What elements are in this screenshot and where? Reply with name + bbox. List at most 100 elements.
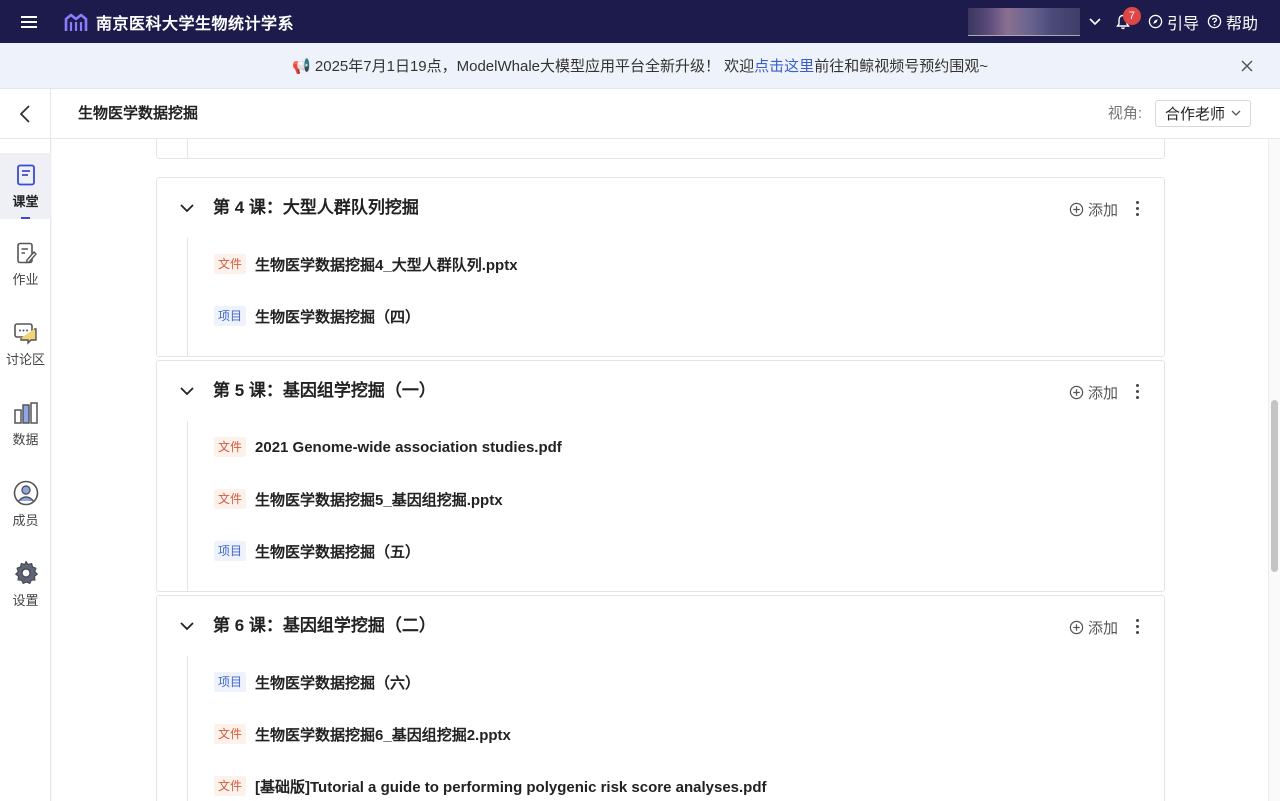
file-tag: 文件 <box>214 437 247 457</box>
announcement-link[interactable]: 点击这里 <box>754 55 814 76</box>
lesson-list: 第 4 课：大型人群队列挖掘 添加 文件 生物医学数据挖掘4_大型人群队列.pp… <box>52 139 1268 801</box>
org-name[interactable]: 南京医科大学生物统计学系 <box>96 10 294 34</box>
sidebar-item-label: 数据 <box>12 431 39 447</box>
list-item[interactable]: 文件 生物医学数据挖掘6_基因组挖掘2.pptx <box>188 708 1164 760</box>
sidebar-item-data[interactable]: 数据 <box>0 391 51 457</box>
lesson-title[interactable]: 第 4 课：大型人群队列挖掘 <box>213 178 419 238</box>
scrollbar-thumb[interactable] <box>1271 400 1278 572</box>
plus-circle-icon <box>1069 620 1084 635</box>
item-name[interactable]: 生物医学数据挖掘（四） <box>255 306 420 327</box>
announcement-text-after: 前往和鲸视频号预约围观~ <box>814 58 988 75</box>
chevron-down-icon[interactable] <box>179 383 195 399</box>
sidebar-item-classroom[interactable]: 课堂 <box>0 153 51 219</box>
list-item[interactable]: 文件 2021 Genome-wide association studies.… <box>188 421 1164 473</box>
top-navbar: 南京医科大学生物统计学系 7 引导 帮助 <box>0 0 1280 43</box>
view-role-select[interactable]: 合作老师 <box>1155 100 1251 127</box>
list-item[interactable]: 文件 [基础版]Tutorial a guide to performing p… <box>188 760 1164 801</box>
more-options-button[interactable] <box>1130 198 1144 218</box>
add-button[interactable]: 添加 <box>1069 382 1118 403</box>
announcement-text: 📢 2025年7月1日19点，ModelWhale大模型应用平台全新升级！ 欢迎 <box>292 58 755 75</box>
item-name[interactable]: [基础版]Tutorial a guide to performing poly… <box>255 776 766 797</box>
classroom-icon <box>16 164 35 185</box>
lesson-header: 第 4 课：大型人群队列挖掘 添加 <box>157 178 1164 238</box>
modelwhale-logo-icon[interactable] <box>64 10 88 34</box>
project-tag: 项目 <box>214 672 247 692</box>
user-menu-chevron[interactable] <box>1084 17 1106 26</box>
guide-link[interactable]: 引导 <box>1148 10 1199 34</box>
view-role-value: 合作老师 <box>1165 106 1226 123</box>
list-item[interactable]: 文件 生物医学数据挖掘5_基因组挖掘.pptx <box>188 473 1164 525</box>
chevron-down-icon <box>1231 110 1241 116</box>
lesson-header: 第 6 课：基因组学挖掘（二） 添加 <box>157 596 1164 656</box>
more-options-button[interactable] <box>1130 381 1144 401</box>
compass-icon <box>1148 14 1163 29</box>
lesson-card: 第 5 课：基因组学挖掘（一） 添加 文件 2021 Genome-wide a… <box>156 360 1165 592</box>
hamburger-icon <box>21 15 37 28</box>
help-label: 帮助 <box>1225 15 1258 33</box>
project-tag: 项目 <box>214 306 247 326</box>
more-options-button[interactable] <box>1130 616 1144 636</box>
course-header: 生物医学数据挖掘 视角: 合作老师 <box>0 89 1280 139</box>
notification-button[interactable]: 7 <box>1106 0 1141 43</box>
add-label: 添加 <box>1087 385 1118 402</box>
sidebar-item-label: 成员 <box>12 512 39 528</box>
plus-circle-icon <box>1069 202 1084 217</box>
lesson-card: 第 4 课：大型人群队列挖掘 添加 文件 生物医学数据挖掘4_大型人群队列.pp… <box>156 177 1165 357</box>
lesson-card: 第 6 课：基因组学挖掘（二） 添加 项目 生物医学数据挖掘（六） 文件 生物医… <box>156 595 1165 801</box>
add-button[interactable]: 添加 <box>1069 199 1118 220</box>
plus-circle-icon <box>1069 385 1084 400</box>
chevron-down-icon <box>1089 17 1101 25</box>
chevron-down-icon[interactable] <box>179 200 195 216</box>
add-label: 添加 <box>1087 620 1118 637</box>
data-icon <box>13 401 38 424</box>
list-item[interactable]: 项目 生物医学数据挖掘（六） <box>188 656 1164 708</box>
item-name[interactable]: 生物医学数据挖掘4_大型人群队列.pptx <box>255 254 518 275</box>
add-button[interactable]: 添加 <box>1069 617 1118 638</box>
lesson-items: 文件 2021 Genome-wide association studies.… <box>187 421 1164 591</box>
sidebar-item-members[interactable]: 成员 <box>0 471 51 537</box>
list-item[interactable]: 项目 生物医学数据挖掘（四） <box>188 290 1164 342</box>
left-sidebar: 课堂 作业 讨论区 数据 成员 设置 <box>0 139 51 801</box>
sidebar-item-settings[interactable]: 设置 <box>0 551 51 617</box>
item-name[interactable]: 生物医学数据挖掘（五） <box>255 541 420 562</box>
back-button[interactable] <box>0 89 51 139</box>
sidebar-item-discussion[interactable]: 讨论区 <box>0 311 51 377</box>
lesson-card-previous <box>156 139 1165 159</box>
item-name[interactable]: 生物医学数据挖掘5_基因组挖掘.pptx <box>255 489 503 510</box>
item-name[interactable]: 2021 Genome-wide association studies.pdf <box>255 439 562 456</box>
page-title: 生物医学数据挖掘 <box>78 105 199 122</box>
help-circle-icon <box>1207 14 1222 29</box>
lesson-items: 项目 生物医学数据挖掘（六） 文件 生物医学数据挖掘6_基因组挖掘2.pptx … <box>187 656 1164 801</box>
hamburger-menu-button[interactable] <box>0 0 58 43</box>
help-link[interactable]: 帮助 <box>1207 10 1258 34</box>
lesson-title[interactable]: 第 5 课：基因组学挖掘（一） <box>213 361 436 421</box>
lesson-header: 第 5 课：基因组学挖掘（一） 添加 <box>157 361 1164 421</box>
sidebar-item-label: 作业 <box>12 271 39 287</box>
item-name[interactable]: 生物医学数据挖掘（六） <box>255 672 420 693</box>
file-tag: 文件 <box>214 489 247 509</box>
announcement-banner: 📢 2025年7月1日19点，ModelWhale大模型应用平台全新升级！ 欢迎… <box>0 43 1280 89</box>
file-tag: 文件 <box>214 776 247 796</box>
vertical-scrollbar[interactable] <box>1268 139 1280 801</box>
sidebar-item-label: 讨论区 <box>5 351 45 367</box>
settings-icon <box>14 560 38 584</box>
view-label: 视角: <box>1107 105 1142 122</box>
close-icon[interactable] <box>1238 57 1256 75</box>
list-item[interactable]: 项目 生物医学数据挖掘（五） <box>188 525 1164 577</box>
sidebar-item-label: 设置 <box>12 592 39 608</box>
chevron-down-icon[interactable] <box>179 618 195 634</box>
homework-icon <box>16 242 37 263</box>
member-icon <box>13 480 38 505</box>
sidebar-item-homework[interactable]: 作业 <box>0 231 51 297</box>
guide-label: 引导 <box>1166 15 1199 33</box>
item-name[interactable]: 生物医学数据挖掘6_基因组挖掘2.pptx <box>255 724 511 745</box>
list-item[interactable]: 文件 生物医学数据挖掘4_大型人群队列.pptx <box>188 238 1164 290</box>
notification-badge: 7 <box>1122 7 1141 25</box>
lesson-title[interactable]: 第 6 课：基因组学挖掘（二） <box>213 596 436 656</box>
user-avatar-name[interactable] <box>967 7 1080 36</box>
chevron-left-icon <box>19 105 30 123</box>
lesson-items: 文件 生物医学数据挖掘4_大型人群队列.pptx 项目 生物医学数据挖掘（四） <box>187 238 1164 356</box>
file-tag: 文件 <box>214 254 247 274</box>
project-tag: 项目 <box>214 541 247 561</box>
active-indicator <box>21 217 30 219</box>
